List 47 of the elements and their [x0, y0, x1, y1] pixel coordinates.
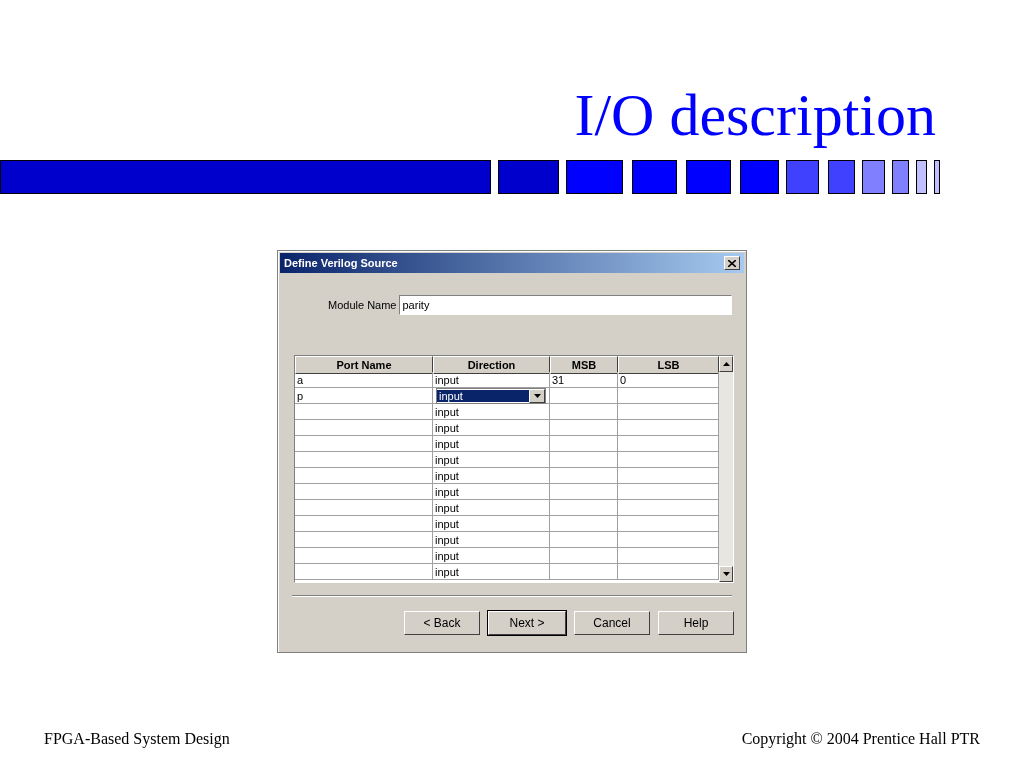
- close-icon: [728, 259, 736, 267]
- dialog-button[interactable]: Help: [658, 611, 734, 635]
- table-cell: input: [433, 500, 550, 516]
- dialog-button[interactable]: Next >: [488, 611, 566, 635]
- table-cell: [550, 420, 618, 436]
- dialog-title: Define Verilog Source: [284, 257, 398, 269]
- scrollbar[interactable]: [719, 356, 733, 582]
- scroll-down-button[interactable]: [719, 566, 733, 582]
- copyright-text: Copyright © 2004 Prentice Hall PTR: [741, 730, 980, 748]
- table-cell: [550, 436, 618, 452]
- table-cell: input: [433, 516, 550, 532]
- table-cell: [550, 548, 618, 564]
- table-cell: [550, 516, 618, 532]
- table-cell: 31: [550, 372, 618, 388]
- table-cell: input: [433, 468, 550, 484]
- table-cell: [550, 532, 618, 548]
- table-cell: input: [433, 404, 550, 420]
- down-arrow-icon: [722, 572, 730, 576]
- field-label: Module Name: [328, 299, 397, 311]
- table-cell: [550, 452, 618, 468]
- table-cell: [550, 564, 618, 580]
- table-cell: [550, 500, 618, 516]
- table-cell: input: [433, 532, 550, 548]
- table-cell: input: [433, 452, 550, 468]
- dialog-button[interactable]: < Back: [404, 611, 480, 635]
- table-cell: input: [433, 564, 550, 580]
- table-cell: input: [433, 548, 550, 564]
- table-cell: input: [433, 420, 550, 436]
- column-header[interactable]: MSB: [550, 356, 618, 374]
- table-cell: [550, 484, 618, 500]
- table-cell: input: [433, 484, 550, 500]
- column-header[interactable]: Direction: [433, 356, 550, 374]
- footer-text: FPGA-Based System Design: [44, 730, 230, 748]
- up-arrow-icon: [722, 362, 730, 366]
- table-cell: input: [433, 436, 550, 452]
- column-header[interactable]: LSB: [618, 356, 719, 374]
- module-name-field[interactable]: parity: [399, 295, 732, 315]
- scroll-up-button[interactable]: [719, 356, 733, 372]
- dialog-button[interactable]: Cancel: [574, 611, 650, 635]
- slide-title: I/O description: [573, 81, 937, 150]
- down-arrow-icon: [533, 393, 541, 398]
- table-cell: [550, 404, 618, 420]
- table-cell: [550, 468, 618, 484]
- column-header[interactable]: Port Name: [295, 356, 433, 374]
- table-cell: a: [295, 372, 433, 388]
- close-button[interactable]: [724, 256, 740, 270]
- table-cell: p: [295, 388, 433, 404]
